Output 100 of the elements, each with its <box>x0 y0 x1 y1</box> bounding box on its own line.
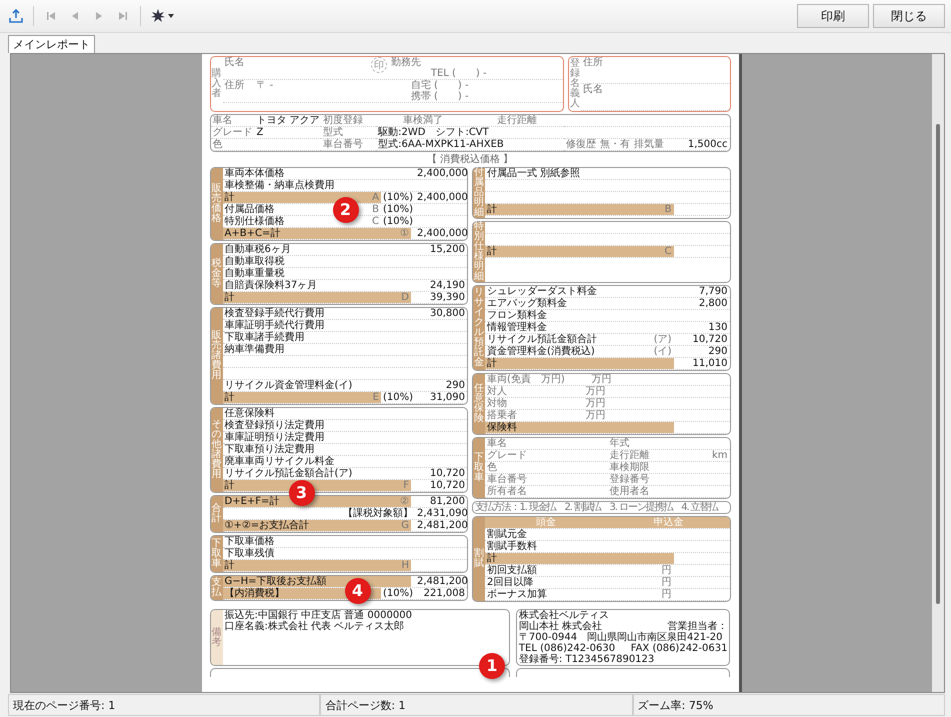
form-value: 〒 - <box>256 80 274 93</box>
form-label: 走行距離 <box>608 450 650 461</box>
column-header: 頭金 <box>485 517 608 528</box>
section-label: 合計 <box>210 496 222 532</box>
item-label: 自動車取得税 <box>224 256 286 267</box>
section-label: 登録名義人 <box>570 59 580 109</box>
item-label: 自動車重量税 <box>224 268 286 279</box>
company-name: 株式会社ベルティス <box>518 610 610 621</box>
form-label: 車両(免責 万円) <box>486 374 566 385</box>
form-label: 排気量 <box>632 139 665 150</box>
form-label: 車検期限 <box>608 462 650 473</box>
price-note: 【 消費税込価格 】 <box>426 154 514 165</box>
form-label: 住所 <box>224 80 246 93</box>
form-label: 登録番号 <box>608 474 650 485</box>
section-label: 税金等 <box>210 244 222 304</box>
row-mark: C <box>370 216 380 227</box>
amount: 2,400,000 <box>416 228 467 239</box>
previous-icon <box>71 11 79 21</box>
caret-icon <box>168 14 174 18</box>
form-label: 勤務先 <box>390 57 422 70</box>
company-branch: 岡山本社 株式会社 <box>518 621 602 632</box>
row-mark: C <box>662 246 674 257</box>
column-header: 申込金 <box>607 517 730 528</box>
item-label: 車両本体価格 <box>224 168 286 179</box>
sales-rep: 営業担当者： <box>666 621 728 632</box>
amount: 30,800 <box>429 308 466 319</box>
form-value: 型式:6AA-MXPK11-AHXEB <box>377 139 505 150</box>
amount: 39,390 <box>429 292 466 303</box>
item-label: 付属品一式 別紙参照 <box>486 168 582 179</box>
remarks-line: 口座名義:株式会社 代表 ベルティス太郎 <box>224 621 406 632</box>
amount: 31,090 <box>429 392 466 403</box>
tax-rate: (10%) <box>382 216 414 227</box>
item-label: リサイクル預託金額合計 <box>486 334 598 345</box>
form-label: 車台番号 <box>322 139 364 150</box>
amount: 2,481,200 <box>416 520 467 531</box>
total-label: 計 <box>222 560 236 571</box>
item-label: 検査登録預り法定費用 <box>224 420 326 431</box>
form-label: 車名 <box>486 438 508 449</box>
tax-rate: 【課税対象額】 <box>342 508 414 519</box>
form-label: 対人 <box>486 386 508 397</box>
form-value: 駆動:2WD シフト:CVT <box>376 127 490 138</box>
row-mark: E <box>370 392 381 403</box>
report-tab[interactable]: メインレポート <box>8 35 95 53</box>
form-label: グレード <box>212 127 254 138</box>
section-label: 備考 <box>212 628 222 648</box>
tax-rate: (10%) <box>382 192 414 203</box>
amount: 7,790 <box>698 286 728 297</box>
total-label: 計 <box>222 392 236 403</box>
form-label: 色 <box>212 139 224 150</box>
amount: 2,431,090 <box>416 508 467 519</box>
company-address: 〒700-0944 岡山県岡山市南区泉田421-20 <box>518 632 724 643</box>
form-label: 住所 <box>582 57 604 70</box>
item-label: 下取車預り法定費用 <box>224 444 316 455</box>
item-label: 情報管理料金 <box>486 322 548 333</box>
form-value: Z <box>256 127 264 138</box>
section-label: 下取車 <box>473 438 485 498</box>
amount: 2,400,000 <box>416 192 467 203</box>
item-label: 資金管理料金(消費税込) <box>486 346 596 357</box>
item-label: 車庫証明預り法定費用 <box>224 432 326 443</box>
item-label: 廃車車両リサイクル料金 <box>224 456 336 467</box>
item-label: リサイクル資金管理料金(イ) <box>224 380 354 391</box>
form-label: 所有者名 <box>486 486 528 497</box>
item-label: 下取車残債 <box>224 548 276 559</box>
form-value: 携帯 ( ) - <box>410 91 470 102</box>
seal-mark: 印 <box>370 57 387 73</box>
item-label: フロン類料金 <box>486 310 548 321</box>
row-mark: H <box>399 560 411 571</box>
command-button[interactable]: 閉じる <box>873 4 945 28</box>
export-icon <box>8 8 24 24</box>
total-label: G−H=下取後お支払額 <box>222 576 329 587</box>
row-mark: 円 <box>660 565 672 576</box>
scrollbar[interactable] <box>932 54 944 692</box>
amount: 10,720 <box>692 334 728 345</box>
amount: 290 <box>707 346 728 357</box>
command-button[interactable]: 印刷 <box>797 4 869 28</box>
row-mark: B <box>662 204 674 215</box>
item-label: 車検整備・納車点検費用 <box>224 180 336 191</box>
number-marker: 2 <box>332 197 358 223</box>
form-label: 年式 <box>608 438 630 449</box>
form-value: 万円 <box>584 398 606 409</box>
item-label: 自賠責保険料37ヶ月 <box>224 280 318 291</box>
amount: 290 <box>444 380 466 391</box>
next-icon <box>95 11 103 21</box>
form-label: グレード <box>486 450 528 461</box>
number-marker: 1 <box>478 653 505 679</box>
form-value: トヨタ アクア <box>256 115 321 126</box>
item-label: 検査登録手続代行費用 <box>224 308 326 319</box>
row-mark: D <box>399 292 411 303</box>
last-page-icon <box>118 11 128 21</box>
total-label: 計 <box>222 480 236 491</box>
item-label: 初回支払額 <box>486 565 538 576</box>
tax-rate: (10%) <box>382 588 414 599</box>
item-label: 2回目以降 <box>486 577 534 588</box>
item-label: 下取車価格 <box>224 536 276 547</box>
item-label: 割賦元金 <box>486 529 528 540</box>
item-label: 割賦手数料 <box>486 541 538 552</box>
item-label: リサイクル預託金額合計(ア) <box>224 468 354 479</box>
item-label: ボーナス加算 <box>486 589 548 600</box>
total-label: D+E+F=計 <box>222 496 282 507</box>
amount: 2,400,000 <box>416 168 467 179</box>
